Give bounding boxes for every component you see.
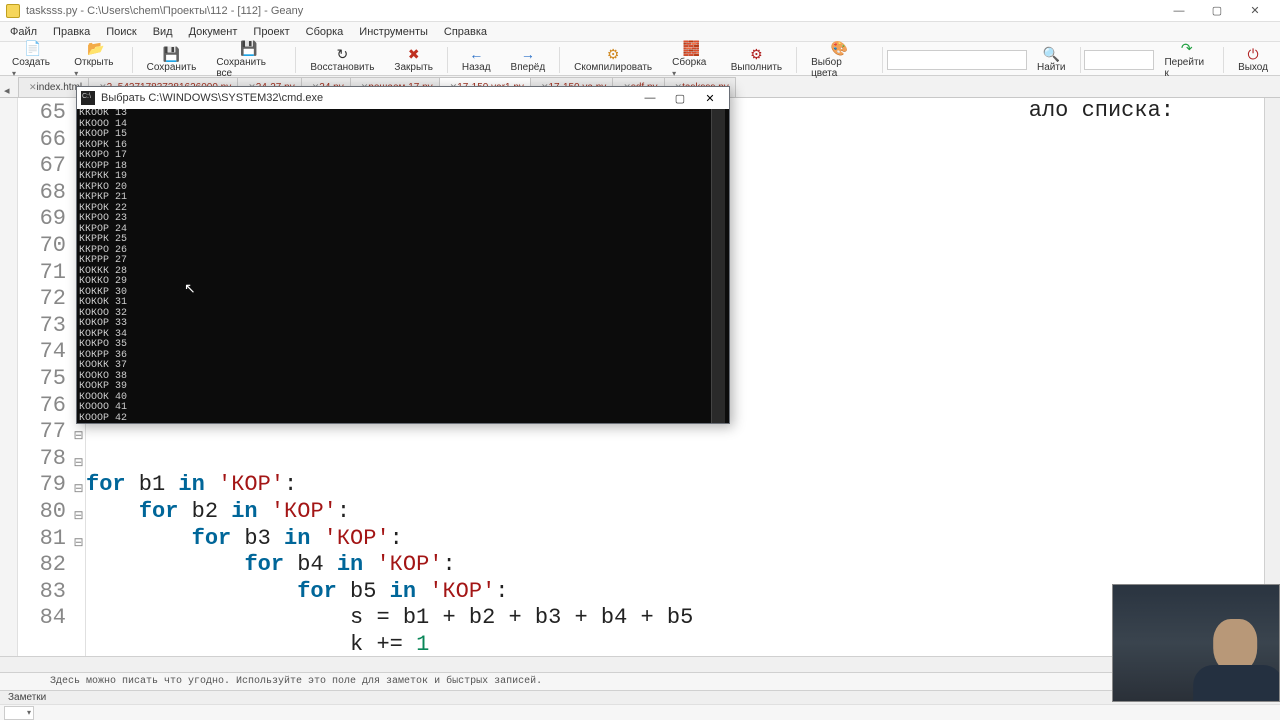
- close-doc-icon: ✖: [408, 46, 420, 62]
- color-picker-button[interactable]: 🎨Выбор цвета: [801, 44, 878, 76]
- menu-build[interactable]: Сборка: [298, 24, 352, 40]
- build-button[interactable]: 🧱Сборка: [662, 44, 721, 76]
- compile-button[interactable]: ⚙Скомпилировать: [564, 44, 662, 76]
- menu-search[interactable]: Поиск: [98, 24, 144, 40]
- window-close-button[interactable]: ✕: [1236, 1, 1274, 21]
- find-button[interactable]: 🔍Найти: [1027, 44, 1076, 76]
- app-icon: [6, 4, 20, 18]
- menu-edit[interactable]: Правка: [45, 24, 98, 40]
- console-titlebar[interactable]: Выбрать C:\WINDOWS\SYSTEM32\cmd.exe — ▢ …: [77, 87, 729, 109]
- forward-button[interactable]: →Вперёд: [501, 44, 556, 76]
- scribble-area[interactable]: Здесь можно писать что угодно. Используй…: [0, 672, 1280, 690]
- bottom-toolbar: ▾: [0, 704, 1280, 720]
- goto-button[interactable]: ↷Перейти к: [1154, 44, 1219, 76]
- menu-view[interactable]: Вид: [145, 24, 181, 40]
- menubar: Файл Правка Поиск Вид Документ Проект Сб…: [0, 22, 1280, 42]
- console-maximize-button[interactable]: ▢: [665, 88, 695, 108]
- close-button[interactable]: ✖Закрыть: [384, 44, 443, 76]
- exit-button[interactable]: ⏻Выход: [1228, 44, 1278, 76]
- webcam-overlay: [1112, 584, 1280, 702]
- arrow-left-icon: ←: [469, 46, 483, 62]
- save-button[interactable]: 💾Сохранить: [137, 44, 207, 76]
- console-close-button[interactable]: ✕: [695, 88, 725, 108]
- menu-document[interactable]: Документ: [181, 24, 246, 40]
- build-icon: 🧱: [683, 41, 700, 57]
- menu-help[interactable]: Справка: [436, 24, 495, 40]
- tab-close-icon[interactable]: ✕: [29, 82, 37, 93]
- save-all-button[interactable]: 💾Сохранить все: [206, 44, 291, 76]
- window-titlebar: tasksss.py - C:\Users\chem\Проекты\112 -…: [0, 0, 1280, 22]
- menu-tools[interactable]: Инструменты: [351, 24, 436, 40]
- open-button[interactable]: 📂Открыть: [64, 44, 127, 76]
- tab-nav-left-icon[interactable]: ◂: [4, 84, 10, 97]
- menu-project[interactable]: Проект: [245, 24, 297, 40]
- search-icon: 🔍: [1043, 46, 1060, 62]
- reload-icon: ↻: [337, 46, 349, 62]
- exit-icon: ⏻: [1247, 46, 1258, 62]
- file-new-icon: 📄: [24, 41, 41, 57]
- horizontal-scrollbar[interactable]: [0, 656, 1280, 672]
- reload-button[interactable]: ↻Восстановить: [300, 44, 384, 76]
- vertical-scrollbar[interactable]: [1264, 98, 1280, 656]
- run-icon: ⚙: [750, 46, 763, 62]
- notes-tab[interactable]: Заметки: [0, 690, 1280, 704]
- save-all-icon: 💾: [240, 41, 257, 57]
- compile-icon: ⚙: [607, 46, 620, 62]
- toolbar: 📄Создать 📂Открыть 💾Сохранить 💾Сохранить …: [0, 42, 1280, 76]
- scribble-placeholder: Здесь можно писать что угодно. Используй…: [50, 676, 542, 687]
- goto-input[interactable]: [1084, 50, 1154, 70]
- line-number-gutter: 6566676869707172737475767778798081828384: [18, 98, 72, 656]
- palette-icon: 🎨: [831, 41, 848, 57]
- fold-margin[interactable]: [0, 98, 18, 656]
- partial-text-line65: ало списка:: [1029, 98, 1174, 125]
- window-maximize-button[interactable]: ▢: [1198, 1, 1236, 21]
- run-button[interactable]: ⚙Выполнить: [721, 44, 792, 76]
- cmd-icon: [81, 91, 95, 105]
- symbol-dropdown[interactable]: ▾: [4, 706, 34, 720]
- arrow-right-icon: →: [521, 46, 535, 62]
- console-scrollbar[interactable]: [711, 109, 725, 423]
- console-minimize-button[interactable]: —: [635, 88, 665, 108]
- mouse-cursor-icon: ↖: [184, 280, 196, 297]
- folder-open-icon: 📂: [87, 41, 104, 57]
- goto-icon: ↷: [1181, 41, 1193, 57]
- search-input[interactable]: [887, 50, 1027, 70]
- console-output[interactable]: ККООК 13ККООО 14ККООР 15ККОРК 16ККОРО 17…: [77, 109, 729, 423]
- window-minimize-button[interactable]: —: [1160, 1, 1198, 21]
- menu-file[interactable]: Файл: [2, 24, 45, 40]
- console-window[interactable]: Выбрать C:\WINDOWS\SYSTEM32\cmd.exe — ▢ …: [76, 86, 730, 424]
- window-title: tasksss.py - C:\Users\chem\Проекты\112 -…: [26, 5, 1160, 17]
- save-icon: 💾: [163, 46, 180, 62]
- console-title: Выбрать C:\WINDOWS\SYSTEM32\cmd.exe: [101, 92, 635, 104]
- new-button[interactable]: 📄Создать: [2, 44, 64, 76]
- back-button[interactable]: ←Назад: [452, 44, 501, 76]
